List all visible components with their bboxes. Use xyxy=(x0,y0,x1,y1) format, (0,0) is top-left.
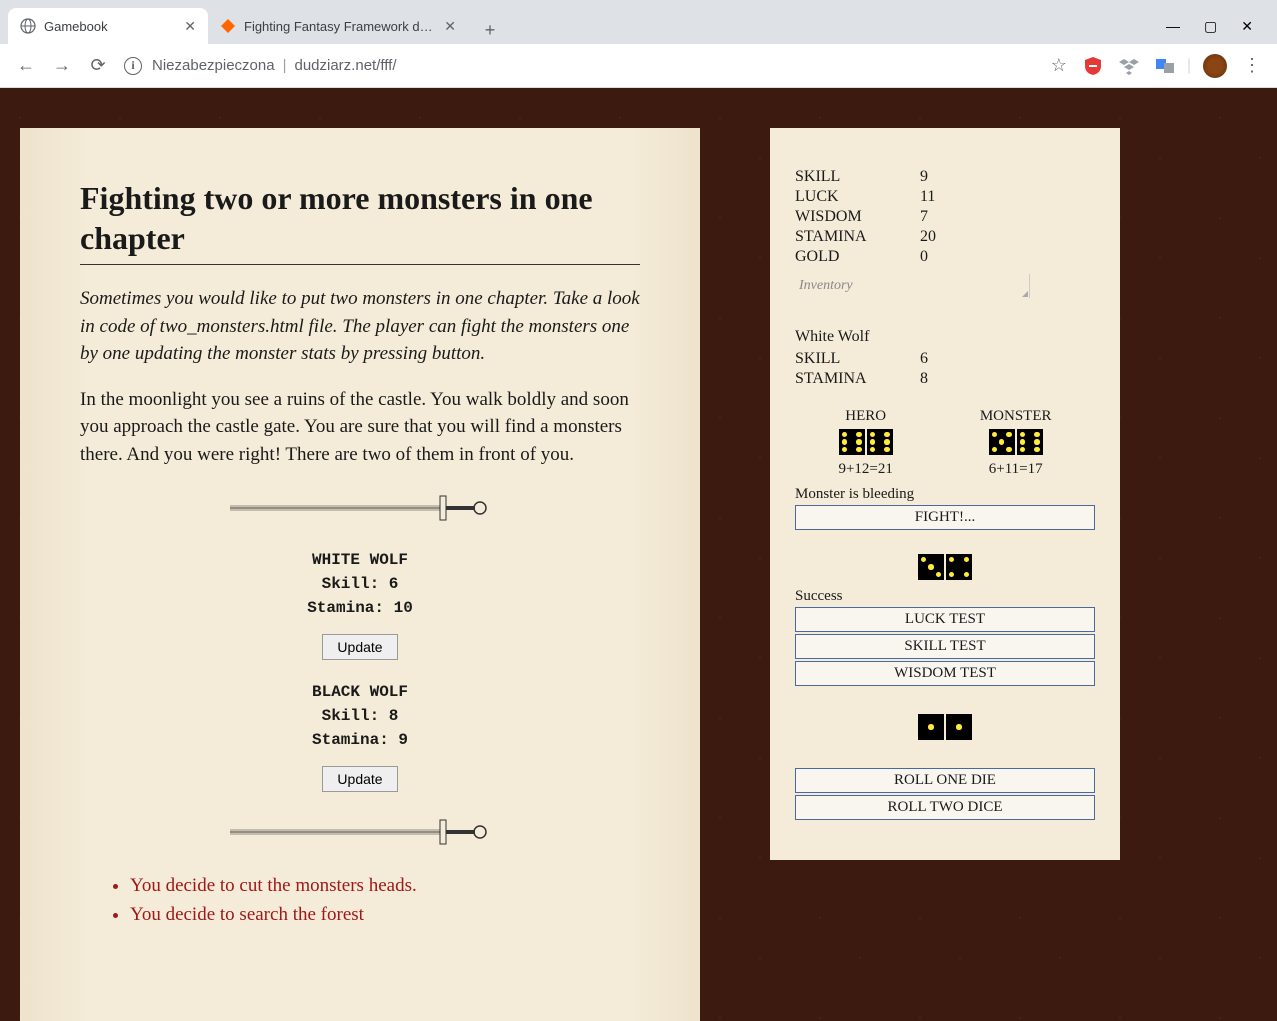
stat-wisdom: WISDOM7 xyxy=(795,208,1095,226)
intro-text: Sometimes you would like to put two mons… xyxy=(80,285,640,368)
dropbox-icon[interactable] xyxy=(1119,56,1139,76)
combat-status: Monster is bleeding xyxy=(795,486,1095,503)
bookmark-icon[interactable]: ☆ xyxy=(1051,55,1067,76)
window-controls: — ▢ ✕ xyxy=(1166,18,1269,35)
tab-fff[interactable]: Fighting Fantasy Framework dow... ✕ xyxy=(208,8,468,44)
die-icon xyxy=(989,429,1015,455)
url-text: dudziarz.net/fff/ xyxy=(294,57,396,74)
monster-skill: Skill: 8 xyxy=(80,704,640,728)
monster-black-wolf: BLACK WOLF Skill: 8 Stamina: 9 xyxy=(80,680,640,752)
minimize-button[interactable]: — xyxy=(1166,18,1180,35)
skill-test-button[interactable]: SKILL TEST xyxy=(795,634,1095,659)
luck-status: Success xyxy=(795,588,1095,605)
stat-skill: SKILL9 xyxy=(795,168,1095,186)
page-title: Fighting two or more monsters in one cha… xyxy=(80,178,640,265)
adblock-icon[interactable] xyxy=(1083,56,1103,76)
forward-button[interactable]: → xyxy=(44,48,80,84)
browser-chrome: Gamebook ✕ Fighting Fantasy Framework do… xyxy=(0,0,1277,88)
monster-stat-skill: SKILL6 xyxy=(795,350,1095,368)
stat-luck: LUCK11 xyxy=(795,188,1095,206)
wisdom-test-button[interactable]: WISDOM TEST xyxy=(795,661,1095,686)
monster-stamina: Stamina: 10 xyxy=(80,596,640,620)
monster-combat: MONSTER 6+11=17 xyxy=(980,408,1052,478)
roll-one-button[interactable]: ROLL ONE DIE xyxy=(795,768,1095,793)
profile-avatar[interactable] xyxy=(1203,54,1227,78)
fight-button[interactable]: FIGHT!... xyxy=(795,505,1095,530)
story-text: In the moonlight you see a ruins of the … xyxy=(80,386,640,469)
reload-button[interactable]: ⟳ xyxy=(80,48,116,84)
update-button[interactable]: Update xyxy=(322,766,397,792)
monster-name: WHITE WOLF xyxy=(80,548,640,572)
combat-section: HERO 9+12=21 MONSTER 6+11=17 Monst xyxy=(795,408,1095,530)
monster-skill: Skill: 6 xyxy=(80,572,640,596)
luck-test-button[interactable]: LUCK TEST xyxy=(795,607,1095,632)
die-icon xyxy=(946,714,972,740)
update-button[interactable]: Update xyxy=(322,634,397,660)
choice-item[interactable]: You decide to search the forest xyxy=(130,901,640,930)
tab-bar: Gamebook ✕ Fighting Fantasy Framework do… xyxy=(0,0,1277,44)
stat-stamina: STAMINA20 xyxy=(795,228,1095,246)
story-parchment: Fighting two or more monsters in one cha… xyxy=(20,128,700,1021)
sword-divider-icon xyxy=(80,488,640,528)
die-icon xyxy=(839,429,865,455)
monster-white-wolf: WHITE WOLF Skill: 6 Stamina: 10 xyxy=(80,548,640,620)
main-panel[interactable]: Fighting two or more monsters in one cha… xyxy=(0,88,700,1021)
tab-gamebook[interactable]: Gamebook ✕ xyxy=(8,8,208,44)
stat-gold: GOLD0 xyxy=(795,248,1095,266)
choice-list: You decide to cut the monsters heads. Yo… xyxy=(80,872,640,929)
content-area: Fighting two or more monsters in one cha… xyxy=(0,88,1277,1021)
die-icon xyxy=(946,554,972,580)
sourceforge-icon xyxy=(220,18,236,34)
address-bar[interactable]: i Niezabezpieczona | dudziarz.net/fff/ xyxy=(124,51,1035,81)
security-label: Niezabezpieczona xyxy=(152,57,275,74)
monster-stat-stamina: STAMINA8 xyxy=(795,370,1095,388)
sword-divider-icon xyxy=(80,812,640,852)
maximize-button[interactable]: ▢ xyxy=(1204,18,1217,35)
close-icon[interactable]: ✕ xyxy=(184,18,196,35)
globe-icon xyxy=(20,18,36,34)
monster-stamina: Stamina: 9 xyxy=(80,728,640,752)
translate-icon[interactable] xyxy=(1155,56,1175,76)
die-icon xyxy=(1017,429,1043,455)
luck-dice xyxy=(795,554,1095,580)
die-icon xyxy=(918,554,944,580)
roll-two-button[interactable]: ROLL TWO DICE xyxy=(795,795,1095,820)
menu-button[interactable]: ⋮ xyxy=(1243,55,1261,76)
new-tab-button[interactable]: + xyxy=(476,16,504,44)
info-icon[interactable]: i xyxy=(124,57,142,75)
toolbar: ← → ⟳ i Niezabezpieczona | dudziarz.net/… xyxy=(0,44,1277,88)
choice-item[interactable]: You decide to cut the monsters heads. xyxy=(130,872,640,901)
inventory-input[interactable]: Inventory xyxy=(795,274,1030,298)
current-monster-name: White Wolf xyxy=(795,328,1095,346)
tab-title: Fighting Fantasy Framework dow... xyxy=(244,19,436,34)
tab-title: Gamebook xyxy=(44,19,176,34)
die-icon xyxy=(918,714,944,740)
close-icon[interactable]: ✕ xyxy=(444,18,456,35)
monster-name: BLACK WOLF xyxy=(80,680,640,704)
hero-combat: HERO 9+12=21 xyxy=(838,408,892,478)
roll-dice xyxy=(795,714,1095,740)
die-icon xyxy=(867,429,893,455)
back-button[interactable]: ← xyxy=(8,48,44,84)
stats-sidebar: SKILL9 LUCK11 WISDOM7 STAMINA20 GOLD0 In… xyxy=(770,128,1120,860)
close-window-button[interactable]: ✕ xyxy=(1241,18,1253,35)
